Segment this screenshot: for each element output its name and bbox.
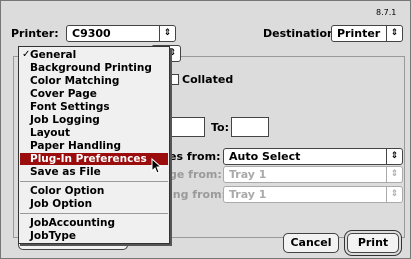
popup-arrows-icon: ⇕ — [386, 149, 402, 164]
printer-value: C9300 — [72, 27, 111, 40]
popup-arrows-icon: ⇕ — [386, 26, 402, 41]
first-page-from-label: es from: — [169, 150, 221, 163]
other-from-label: ing from: — [169, 188, 226, 201]
mouse-cursor-icon — [151, 158, 163, 174]
first-page-source-value: Auto Select — [229, 150, 301, 163]
popup-arrows-icon: ⇕ — [386, 187, 402, 202]
printer-popup[interactable]: C9300 ⇕ — [66, 25, 176, 42]
destination-popup[interactable]: Printer ⇕ — [331, 25, 403, 42]
remaining-from-label: ge from: — [169, 168, 222, 181]
menu-item-job-logging[interactable]: Job Logging — [20, 114, 168, 126]
menu-item-cover-page[interactable]: Cover Page — [20, 88, 168, 100]
remaining-source-value: Tray 1 — [229, 168, 267, 181]
menu-item-color-matching[interactable]: Color Matching — [20, 75, 168, 87]
version-label: 8.7.1 — [376, 8, 397, 17]
menu-separator — [20, 181, 168, 182]
to-page-field[interactable] — [231, 117, 269, 137]
other-source-popup[interactable]: Tray 1 ⇕ — [223, 186, 403, 203]
menu-item-font-settings[interactable]: Font Settings — [20, 101, 168, 113]
destination-label: Destination: — [263, 27, 340, 40]
menu-item-general[interactable]: ✓ General — [20, 49, 168, 61]
cancel-button[interactable]: Cancel — [283, 233, 339, 253]
checkmark-icon: ✓ — [22, 49, 31, 60]
destination-value: Printer — [337, 27, 381, 40]
menu-item-background-printing[interactable]: Background Printing — [20, 62, 168, 74]
menu-item-paper-handling[interactable]: Paper Handling — [20, 140, 168, 152]
menu-item-color-option[interactable]: Color Option — [20, 185, 168, 197]
menu-item-job-accounting[interactable]: JobAccounting — [20, 217, 168, 229]
menu-separator — [20, 213, 168, 214]
print-button[interactable]: Print — [347, 233, 399, 253]
menu-item-layout[interactable]: Layout — [20, 127, 168, 139]
collated-label: Collated — [182, 73, 234, 86]
to-label: To: — [211, 121, 229, 134]
printer-label: Printer: — [11, 27, 59, 40]
section-popup-menu: ✓ General Background Printing Color Matc… — [18, 46, 170, 244]
popup-arrows-icon: ⇕ — [159, 26, 175, 41]
menu-item-plug-in-preferences[interactable]: Plug-In Preferences — [20, 153, 168, 165]
first-page-source-popup[interactable]: Auto Select ⇕ — [223, 148, 403, 165]
popup-arrows-icon: ⇕ — [386, 167, 402, 182]
remaining-source-popup[interactable]: Tray 1 ⇕ — [223, 166, 403, 183]
print-dialog: 8.7.1 Printer: C9300 ⇕ Destination: Prin… — [0, 0, 411, 259]
menu-item-job-option[interactable]: Job Option — [20, 198, 168, 210]
other-source-value: Tray 1 — [229, 188, 267, 201]
menu-item-save-as-file[interactable]: Save as File — [20, 166, 168, 178]
menu-item-job-type[interactable]: JobType — [20, 230, 168, 242]
